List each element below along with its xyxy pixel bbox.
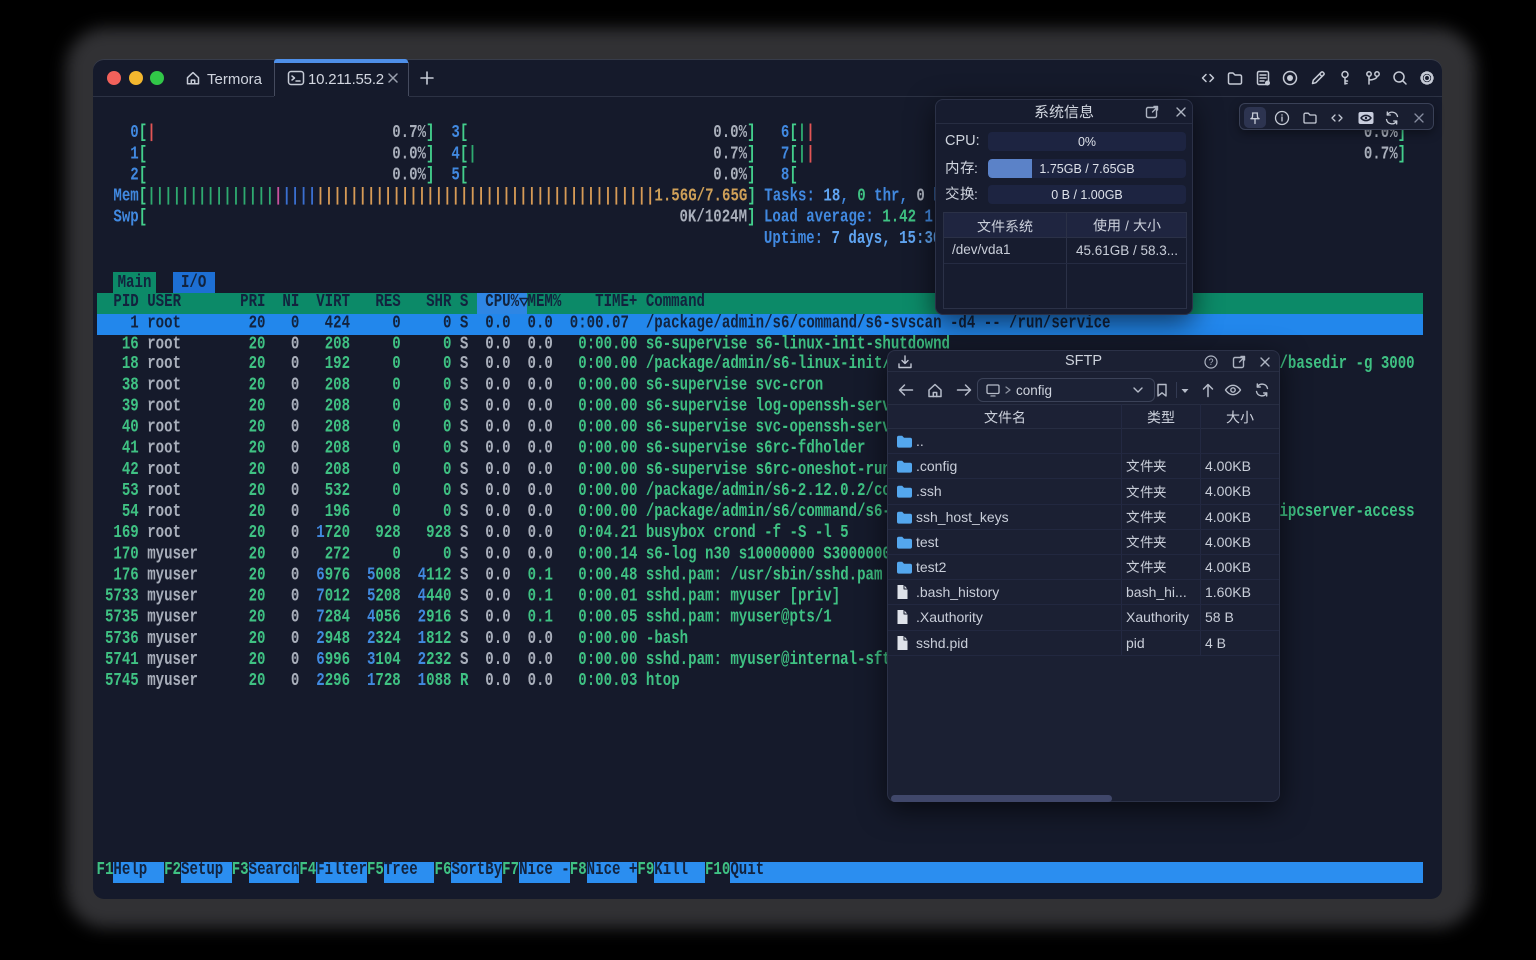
svg-text:?: ? <box>1208 357 1213 367</box>
